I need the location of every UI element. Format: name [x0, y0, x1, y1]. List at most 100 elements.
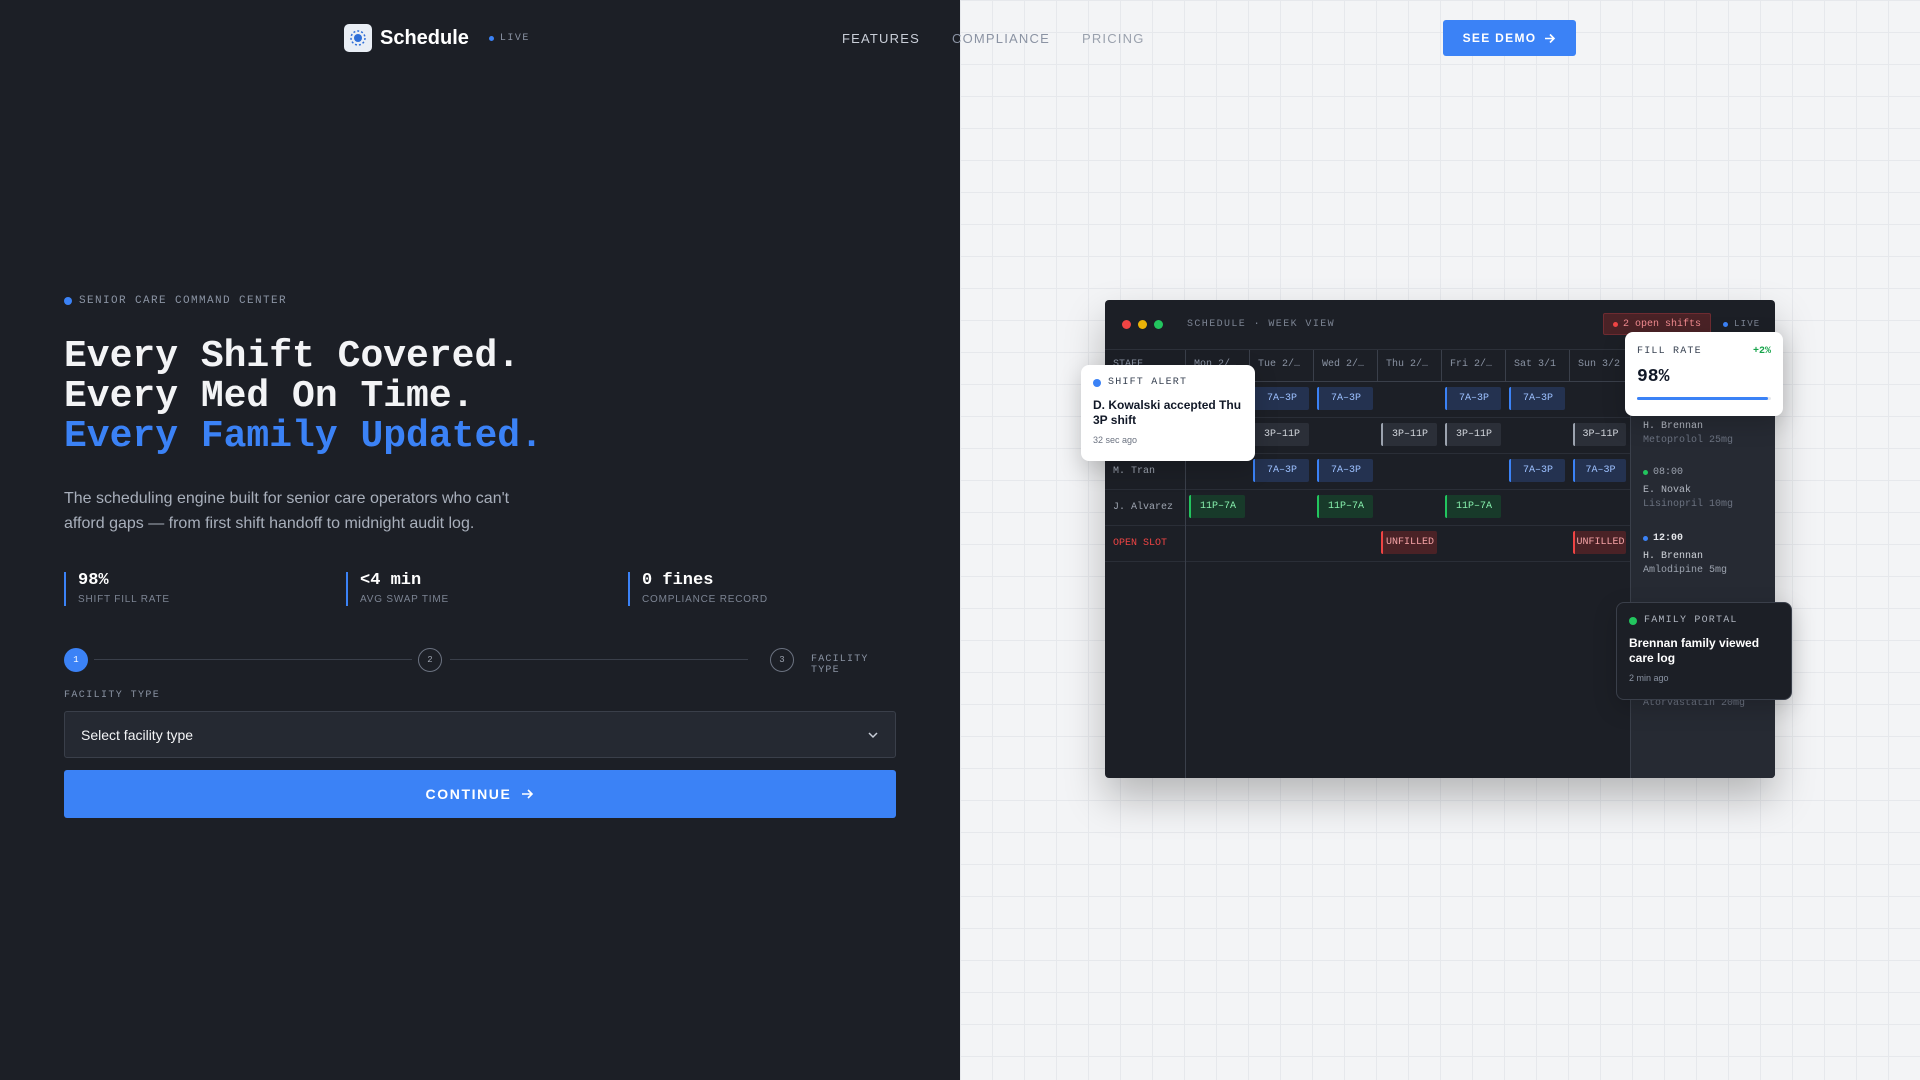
continue-button[interactable]: CONTINUE — [64, 770, 896, 818]
brand-name: Schedule — [380, 26, 469, 49]
live-label: LIVE — [499, 32, 530, 44]
live-dot-icon — [488, 35, 494, 41]
shift-chip[interactable]: 11P–7A — [1445, 495, 1501, 518]
shift-chip[interactable]: 3P–11P — [1253, 423, 1309, 446]
schedule-row: OPEN SLOT UNFILLED UNFILLED — [1105, 526, 1630, 562]
shift-chip[interactable]: UNFILLED — [1381, 531, 1437, 554]
stat-label: SHIFT FILL RATE — [78, 594, 170, 605]
staff-name: M. Tran — [1113, 466, 1156, 477]
step-1[interactable]: 1 — [64, 648, 88, 672]
shift-chip[interactable]: 7A–3P — [1317, 459, 1373, 482]
see-demo-button[interactable]: SEE DEMO — [1443, 20, 1576, 56]
shift-chip[interactable]: 7A–3P — [1573, 459, 1626, 482]
med-resident: E. Novak — [1643, 485, 1692, 496]
alert-dot-icon — [1613, 321, 1618, 327]
med-time: 12:00 — [1643, 533, 1727, 544]
hero-headline: Every Shift Covered. Every Med On Time. … — [64, 337, 543, 457]
stat-label: AVG SWAP TIME — [360, 594, 449, 605]
shift-chip[interactable]: 11P–7A — [1189, 495, 1245, 518]
fill-rate-label: FILL RATE — [1637, 346, 1702, 357]
hero-eyebrow: SENIOR CARE COMMAND CENTER — [64, 295, 287, 307]
shift-chip[interactable]: 11P–7A — [1317, 495, 1373, 518]
column-header-day: Sun 3/2 — [1569, 350, 1630, 382]
fill-rate-delta: +2% — [1752, 346, 1771, 357]
schedule-row: J. Alvarez 11P–7A 11P–7A 11P–7A — [1105, 490, 1630, 526]
med-time: 08:00 — [1643, 467, 1733, 478]
column-header-day: Fri 2/… — [1441, 350, 1505, 382]
nav-features[interactable]: FEATURES — [842, 31, 920, 46]
step-3[interactable]: 3 — [770, 648, 794, 672]
portal-message: Brennan family viewed care log — [1629, 636, 1760, 665]
med-drug: Metoprolol 25mg — [1643, 435, 1734, 446]
live-badge: LIVE — [488, 32, 530, 44]
stat-compliance: 0 fines COMPLIANCE RECORD — [628, 572, 910, 606]
stat-value: 98% — [78, 571, 109, 590]
step-indicator: 1 2 3 FACILITY TYPE — [64, 648, 896, 676]
chevron-down-icon — [868, 731, 878, 738]
fill-rate-bar — [1637, 397, 1769, 400]
nav-compliance[interactable]: COMPLIANCE — [952, 31, 1050, 46]
logo-icon — [344, 24, 372, 52]
med-entry[interactable]: 12:00 H. Brennan Amlodipine 5mg — [1643, 533, 1727, 576]
step-current-label: FACILITY TYPE — [811, 654, 869, 676]
shift-chip[interactable]: 7A–3P — [1253, 387, 1309, 410]
nav-pricing[interactable]: PRICING — [1082, 31, 1145, 46]
live-dot-icon — [1723, 321, 1728, 327]
shift-chip[interactable]: 3P–11P — [1381, 423, 1437, 446]
stat-value: 0 fines — [642, 571, 714, 590]
column-header-day: Sat 3/1 — [1505, 350, 1569, 382]
maximize-dot-icon[interactable] — [1154, 320, 1163, 329]
card-tag-text: FAMILY PORTAL — [1644, 615, 1738, 626]
status-dot-icon — [1643, 470, 1648, 475]
card-tag: SHIFT ALERT — [1093, 377, 1243, 388]
med-entry[interactable]: H. Brennan Metoprolol 25mg — [1643, 414, 1733, 446]
fill-rate-card[interactable]: FILL RATE +2% 98% — [1625, 332, 1783, 416]
continue-label: CONTINUE — [425, 786, 512, 802]
facility-type-select[interactable]: Select facility type — [64, 711, 896, 758]
eyebrow-text: SENIOR CARE COMMAND CENTER — [79, 295, 288, 307]
med-time-text: 08:00 — [1653, 467, 1684, 478]
shift-chip[interactable]: 7A–3P — [1317, 387, 1373, 410]
staff-name: OPEN SLOT — [1113, 538, 1168, 549]
select-value: Select facility type — [81, 726, 194, 743]
med-resident: H. Brennan — [1643, 551, 1704, 562]
fill-rate-value: 98% — [1637, 367, 1670, 387]
headline-line-3: Every Family Updated. — [64, 415, 543, 458]
brand-logo[interactable]: Schedule LIVE — [344, 24, 530, 52]
hero-subtitle: The scheduling engine built for senior c… — [64, 490, 510, 532]
shift-chip[interactable]: 7A–3P — [1253, 459, 1309, 482]
status-dot-icon — [1643, 536, 1648, 541]
shift-chip[interactable]: 7A–3P — [1509, 459, 1565, 482]
family-portal-card[interactable]: FAMILY PORTAL Brennan family viewed care… — [1616, 602, 1792, 700]
shift-chip[interactable]: 3P–11P — [1573, 423, 1626, 446]
shift-chip[interactable]: UNFILLED — [1573, 531, 1626, 554]
alert-time: 32 sec ago — [1093, 435, 1138, 445]
eyebrow-dot-icon — [64, 297, 72, 305]
step-connector — [450, 659, 748, 660]
arrow-right-icon — [522, 789, 534, 799]
headline-line-2: Every Med On Time. — [64, 375, 475, 418]
shift-alert-card[interactable]: SHIFT ALERT D. Kowalski accepted Thu 3P … — [1081, 365, 1255, 461]
step-2[interactable]: 2 — [418, 648, 442, 672]
med-drug: Amlodipine 5mg — [1643, 565, 1728, 576]
minimize-dot-icon[interactable] — [1138, 320, 1147, 329]
shift-chip[interactable]: 7A–3P — [1445, 387, 1501, 410]
alert-message: D. Kowalski accepted Thu 3P shift — [1093, 398, 1242, 427]
shift-chip[interactable]: 3P–11P — [1445, 423, 1501, 446]
close-dot-icon[interactable] — [1122, 320, 1131, 329]
see-demo-label: SEE DEMO — [1462, 31, 1537, 45]
alert-dot-icon — [1093, 378, 1101, 387]
card-tag: FAMILY PORTAL — [1629, 615, 1779, 626]
shift-chip[interactable]: 7A–3P — [1509, 387, 1565, 410]
column-header-day: Wed 2/… — [1313, 350, 1377, 382]
med-entry[interactable]: 08:00 E. Novak Lisinopril 10mg — [1643, 467, 1733, 510]
stat-fill-rate: 98% SHIFT FILL RATE — [64, 572, 346, 606]
fill-rate-track — [1637, 397, 1771, 400]
arrow-right-icon — [1545, 33, 1556, 43]
app-live-indicator: LIVE — [1723, 319, 1760, 329]
headline-line-1: Every Shift Covered. — [64, 335, 521, 378]
med-drug: Lisinopril 10mg — [1643, 499, 1734, 510]
med-resident: H. Brennan — [1643, 421, 1704, 432]
card-tag-text: SHIFT ALERT — [1108, 377, 1188, 388]
step-connector — [94, 659, 412, 660]
